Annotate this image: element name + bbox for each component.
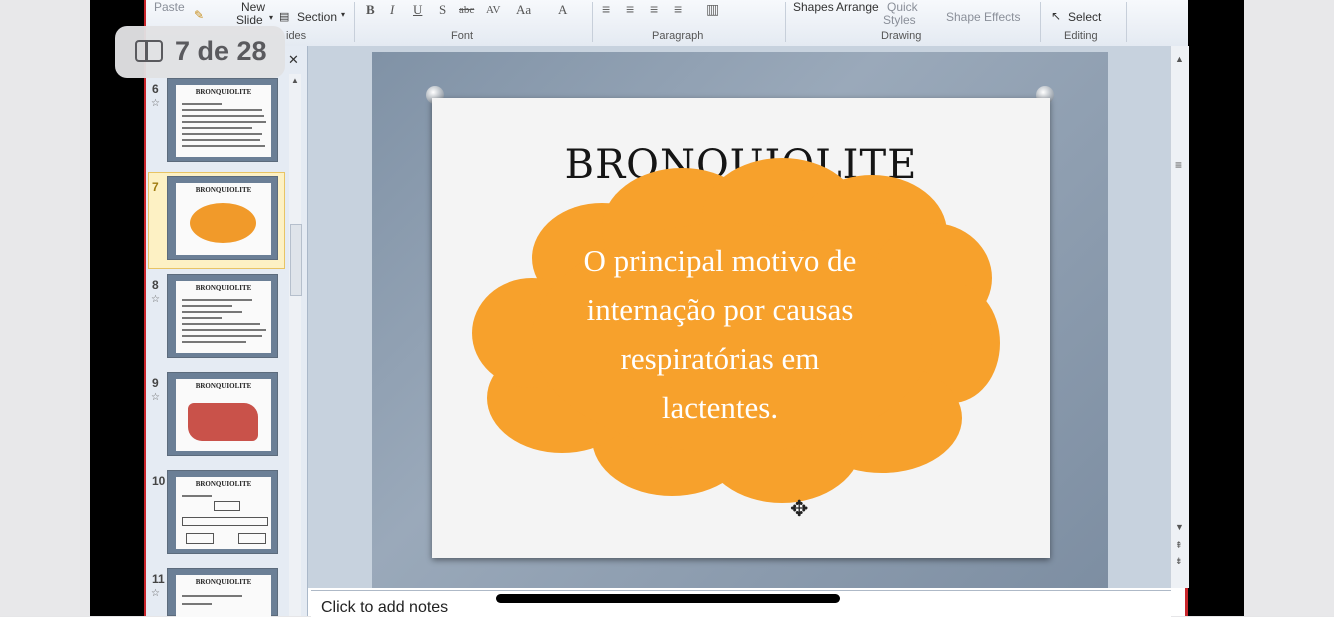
slide-number: 10 (152, 474, 166, 488)
select-button[interactable]: Select (1068, 10, 1101, 24)
slide-canvas[interactable]: BRONQUIOLITE O principal motivo de inter… (432, 98, 1050, 558)
editor-scrollbar[interactable]: ▲ ≡ ▼ ⇞ ⇟ (1170, 46, 1189, 588)
align-left-icon[interactable]: ≡ (602, 1, 610, 17)
slide-number: 9 (152, 376, 159, 390)
format-painter-icon[interactable]: ✎ (194, 8, 204, 22)
justify-icon[interactable]: ≡ (674, 1, 682, 17)
shape-effects-button[interactable]: Shape Effects (946, 10, 1021, 24)
letterbox-left (90, 0, 146, 616)
quick-styles-button[interactable]: Quick (887, 0, 918, 14)
home-indicator[interactable] (496, 594, 840, 603)
italic-button[interactable]: I (390, 2, 394, 18)
slide-thumbnail-11[interactable]: BRONQUIOLITE (167, 568, 278, 617)
section-icon[interactable]: ▤ (279, 10, 289, 23)
align-center-icon[interactable]: ≡ (626, 1, 634, 17)
text-shadow-button[interactable]: S (439, 2, 446, 18)
thumbnail-cloud (190, 203, 256, 243)
character-spacing-button[interactable]: AV (486, 4, 500, 16)
thumbnail-title: BRONQUIOLITE (195, 186, 252, 194)
slide-background: BRONQUIOLITE O principal motivo de inter… (372, 52, 1108, 588)
slide-number: 6 (152, 82, 159, 96)
scrollbar-thumb[interactable] (290, 224, 302, 296)
slide-thumbnail-10[interactable]: BRONQUIOLITE (167, 470, 278, 554)
scroll-up-icon[interactable]: ▲ (291, 76, 299, 85)
slide-number: 8 (152, 278, 159, 292)
star-icon: ☆ (151, 588, 160, 599)
close-icon[interactable]: ✕ (288, 52, 299, 68)
slide-thumbnail-6[interactable]: BRONQUIOLITE (167, 78, 278, 162)
ribbon: Paste ✎ New Slide ▾ ▤ Section ▾ ides B I… (146, 0, 1188, 47)
arrange-button[interactable]: Arrange (836, 0, 879, 14)
page-indicator-text: 7 de 28 (175, 36, 267, 66)
new-slide-button[interactable]: New (241, 0, 265, 14)
group-label-font: Font (451, 30, 474, 42)
notes-placeholder[interactable]: Click to add notes (321, 599, 448, 617)
slides-panel: ✕ 6 ☆ BRONQUIOLITE 7 BRONQUIOLITE 8 ☆ BR… (146, 46, 308, 617)
thumbnail-title: BRONQUIOLITE (195, 382, 252, 390)
group-label-slides: ides (286, 30, 307, 42)
font-color-button[interactable]: A (558, 2, 567, 18)
shapes-button[interactable]: Shapes (793, 0, 834, 14)
slide-thumbnail-7[interactable]: BRONQUIOLITE (167, 176, 278, 260)
left-margin (0, 0, 90, 616)
align-right-icon[interactable]: ≡ (650, 1, 658, 17)
previous-slide-icon[interactable]: ⇞ (1175, 540, 1183, 551)
cloud-line: internação por causas (586, 292, 854, 327)
star-icon: ☆ (151, 392, 160, 403)
slide-number: 7 (152, 180, 159, 194)
ribbon-separator (1126, 2, 1127, 42)
scrollbar-grip-icon[interactable]: ≡ (1175, 158, 1182, 172)
cloud-line: lactentes. (661, 390, 779, 425)
ribbon-separator (1040, 2, 1041, 42)
thumbnail-banner (188, 403, 258, 441)
sidebar-icon (135, 40, 163, 62)
right-margin (1244, 0, 1334, 616)
strikethrough-button[interactable]: abc (459, 4, 474, 16)
ribbon-separator (592, 2, 593, 42)
letterbox-right (1188, 0, 1244, 616)
move-cursor-icon: ✥ (790, 496, 809, 521)
paste-button[interactable]: Paste (154, 0, 185, 14)
cloud-line: O principal motivo de (583, 243, 857, 278)
group-label-paragraph: Paragraph (652, 30, 704, 42)
new-slide-label[interactable]: Slide (236, 13, 263, 27)
change-case-button[interactable]: Aa (516, 2, 531, 18)
thumbnail-title: BRONQUIOLITE (195, 284, 252, 292)
slide-thumbnail-9[interactable]: BRONQUIOLITE (167, 372, 278, 456)
scroll-down-icon[interactable]: ▼ (1175, 522, 1184, 532)
columns-icon[interactable]: ▥ (706, 1, 719, 18)
panel-scrollbar[interactable]: ▲ (289, 74, 302, 616)
star-icon: ☆ (151, 294, 160, 305)
slide-number: 11 (152, 572, 165, 586)
ribbon-separator (354, 2, 355, 42)
cloud-text[interactable]: O principal motivo de internação por cau… (532, 236, 908, 432)
star-icon: ☆ (151, 98, 160, 109)
group-label-editing: Editing (1064, 30, 1098, 42)
ribbon-separator (785, 2, 786, 42)
section-dropdown-icon[interactable]: ▾ (341, 10, 345, 19)
scroll-up-icon[interactable]: ▲ (1175, 54, 1184, 64)
cloud-line: respiratórias em (620, 341, 820, 376)
select-cursor-icon[interactable]: ↖ (1051, 9, 1061, 23)
page-indicator[interactable]: 7 de 28 (115, 26, 285, 78)
group-label-drawing: Drawing (881, 30, 922, 42)
quick-styles-label[interactable]: Styles (883, 13, 916, 27)
thumbnail-title: BRONQUIOLITE (195, 480, 252, 488)
new-slide-dropdown-icon[interactable]: ▾ (269, 13, 273, 22)
section-button[interactable]: Section (297, 10, 337, 24)
thumbnail-title: BRONQUIOLITE (195, 88, 252, 96)
slide-thumbnail-8[interactable]: BRONQUIOLITE (167, 274, 278, 358)
bold-button[interactable]: B (366, 2, 375, 18)
underline-button[interactable]: U (413, 2, 422, 18)
slide-editor: BRONQUIOLITE O principal motivo de inter… (308, 46, 1189, 588)
thumbnail-title: BRONQUIOLITE (195, 578, 252, 586)
next-slide-icon[interactable]: ⇟ (1175, 556, 1183, 567)
